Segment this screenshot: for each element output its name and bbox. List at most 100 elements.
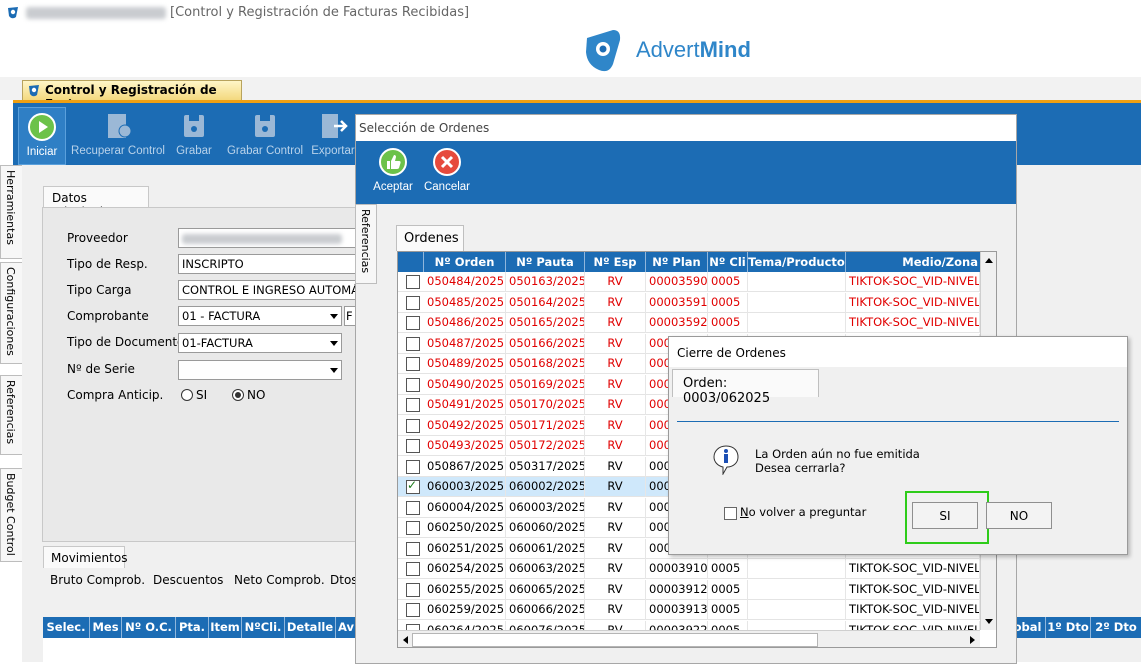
column-header[interactable]: Pta. [176,617,209,638]
column-header[interactable]: 2º Dto [1091,617,1141,638]
column-header[interactable]: Av [336,617,356,638]
row-checkbox[interactable] [406,377,420,392]
row-checkbox[interactable] [406,418,420,433]
grabar-button[interactable]: Grabar [171,107,217,163]
column-header[interactable]: NºCli. [242,617,285,638]
column-header-plan[interactable]: Nº Plan [646,252,708,272]
table-row[interactable]: 050485/2025 050164/2025 RV 00003591 0005 TIKT… [398,292,980,313]
no-button[interactable]: NO [986,502,1052,529]
column-header-orden[interactable]: Nº Orden [424,252,506,272]
serie-select[interactable] [178,360,342,380]
column-header[interactable]: Nº O.C. [122,617,176,638]
cell-orden: 060003/2025 [424,477,506,497]
column-header[interactable]: Item [209,617,242,638]
brand-name: AdvertMind [636,37,751,62]
column-header[interactable]: Selec. [43,617,90,638]
cell-esp: RV [585,600,646,620]
tipo-carga-field[interactable]: CONTROL E INGRESO AUTOMÁTICO [178,280,356,300]
tab-logo-icon [29,85,39,97]
cell-esp: RV [585,456,646,477]
cell-pauta: 060060/2025 [506,518,585,538]
table-row[interactable]: 060255/2025 060065/2025 RV 00003912 0005 TIKT… [398,579,980,600]
table-row[interactable]: 060254/2025 060063/2025 RV 00003910 0005 TIKT… [398,559,980,579]
column-header-tema[interactable]: Tema/Producto [748,252,846,272]
table-row[interactable]: 050486/2025 050165/2025 RV 00003592 0005 TIKT… [398,313,980,333]
side-tab-configuraciones[interactable]: Configuraciones [0,262,23,364]
proveedor-field[interactable] [178,228,356,248]
row-checkbox[interactable] [406,478,420,494]
column-header-esp[interactable]: Nº Esp [585,252,646,272]
si-button[interactable]: SI [912,502,978,529]
scroll-left-icon[interactable] [401,635,409,645]
cell-tema [748,579,846,600]
row-checkbox[interactable] [406,541,420,556]
save-control-icon [255,115,275,137]
side-tab-herramientas[interactable]: Herramientas [0,165,23,259]
right-grid-header: obal 1º Dto 2º Dto [1010,617,1141,638]
row-checkbox[interactable] [406,582,420,597]
cell-orden: 050492/2025 [424,415,506,436]
row-checkbox[interactable] [406,439,420,453]
column-header-pauta[interactable]: Nº Pauta [506,252,585,272]
comprobante-label: Comprobante [67,309,149,323]
side-tab-budget-control[interactable]: Budget Control [0,468,23,562]
cell-cli: 0005 [708,313,748,333]
horizontal-scrollbar[interactable] [398,630,980,647]
tipo-resp-field[interactable]: INSCRIPTO [178,254,356,274]
scroll-thumb[interactable] [412,633,818,647]
cell-orden: 060251/2025 [424,538,506,559]
cell-esp: RV [585,559,646,579]
side-tab-referencias-dialog[interactable]: Referencias [355,204,377,284]
row-checkbox[interactable] [406,521,420,535]
exportar-button[interactable]: Exportar [311,107,355,163]
cell-orden: 050490/2025 [424,374,506,395]
cell-esp: RV [585,272,646,292]
row-checkbox[interactable] [406,459,420,474]
row-checkbox[interactable] [406,500,420,515]
radio-no[interactable] [232,389,244,401]
tab-orden[interactable]: Orden: 0003/062025 [672,369,819,406]
tab-control-registracion[interactable]: Control y Registración de Factura... [22,80,242,111]
column-header[interactable]: Detalle [285,617,336,638]
tab-movimientos[interactable]: Movimientos [43,546,127,568]
tab-ordenes[interactable]: Ordenes [396,225,464,251]
column-header[interactable]: Mes [90,617,122,638]
row-checkbox[interactable] [406,562,420,576]
grabar-control-button[interactable]: Grabar Control [223,107,307,163]
radio-si[interactable] [181,389,193,401]
row-checkbox[interactable] [406,316,420,330]
column-header-select[interactable] [398,252,424,272]
row-checkbox[interactable] [406,603,420,617]
column-header[interactable]: 1º Dto [1046,617,1091,638]
scroll-up-icon[interactable] [984,256,994,264]
comprobante-select[interactable]: 01 - FACTURA [178,306,342,326]
row-checkbox[interactable] [406,336,420,351]
movimientos-grid-body [43,638,356,662]
cell-medio: TIKTOK-SOC_VID-NIVEL N. [846,559,980,579]
cell-cli: 0005 [708,559,748,579]
row-checkbox[interactable] [406,275,420,289]
aceptar-button[interactable]: Aceptar [370,143,416,199]
row-checkbox[interactable] [406,357,420,371]
row-checkbox[interactable] [406,295,420,310]
tab-datos-principales[interactable]: Datos Principales [43,186,149,219]
column-header-medio[interactable]: Medio/Zona [846,252,980,272]
cell-pauta: 050171/2025 [506,415,585,436]
iniciar-button[interactable]: Iniciar [18,107,66,165]
chevron-down-icon [330,368,338,373]
side-tab-referencias[interactable]: Referencias [0,375,23,455]
cancelar-button[interactable]: Cancelar [422,143,472,199]
row-checkbox[interactable] [406,398,420,412]
table-row[interactable]: 050484/2025 050163/2025 RV 00003590 0005 TIKT… [398,272,980,292]
column-header-cli[interactable]: Nº Cli [708,252,748,272]
cell-esp: RV [585,436,646,456]
cell-esp: RV [585,579,646,600]
no-volver-preguntar-checkbox[interactable] [724,507,737,520]
scroll-right-icon[interactable] [969,635,977,645]
table-row[interactable]: 060259/2025 060066/2025 RV 00003913 0005 TIKT… [398,600,980,620]
scroll-down-icon[interactable] [984,618,994,626]
tipo-documento-select[interactable]: 01-FACTURA [178,333,342,353]
recuperar-control-button[interactable]: Recuperar Control [68,107,168,163]
no-volver-preguntar-label[interactable]: No volver a preguntar [740,505,866,519]
proveedor-label: Proveedor [67,231,128,245]
